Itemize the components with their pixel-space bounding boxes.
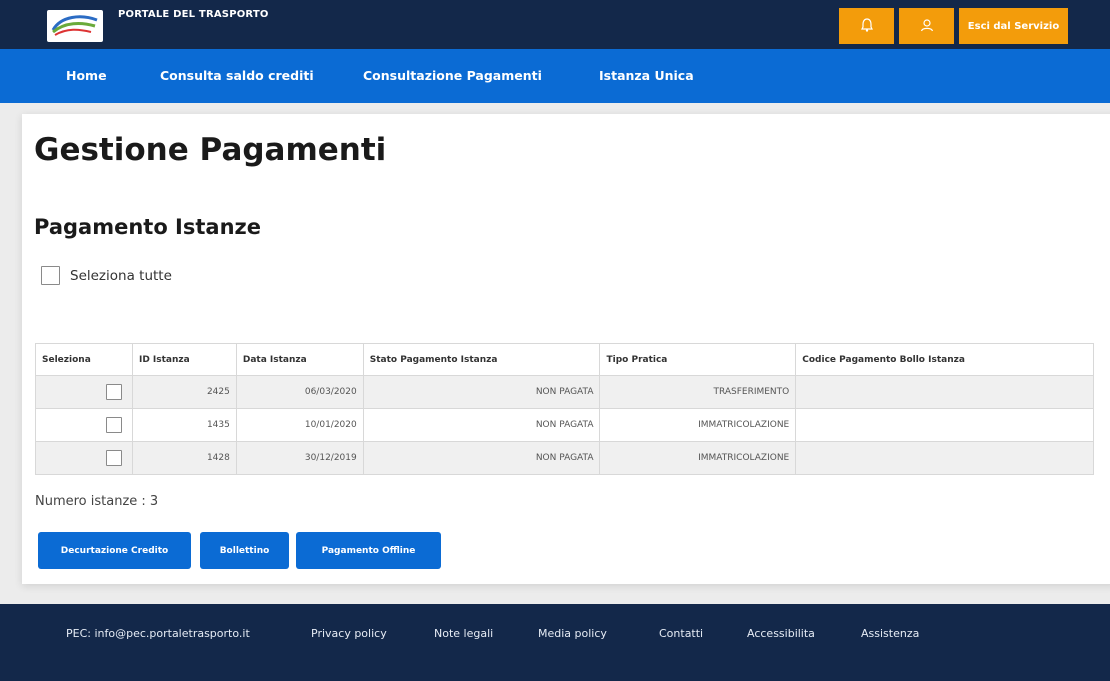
- id-cell: 1428: [131, 441, 237, 475]
- top-header: PORTALE DEL TRASPORTO Esci dal Servizio: [0, 0, 1110, 49]
- select-all-control[interactable]: Seleziona tutte: [41, 266, 172, 285]
- column-header: Tipo Pratica: [599, 343, 797, 376]
- status-cell: NON PAGATA: [362, 441, 601, 475]
- footer-pec-link[interactable]: PEC: info@pec.portaletrasporto.it: [66, 627, 250, 640]
- section-title: Pagamento Istanze: [34, 215, 261, 239]
- column-header: ID Istanza: [131, 343, 237, 376]
- page-title: Gestione Pagamenti: [34, 132, 387, 168]
- nav-item-istanza-unica[interactable]: Istanza Unica: [599, 68, 694, 83]
- instances-table: Seleziona ID Istanza Data Istanza Stato …: [35, 343, 1094, 475]
- table-row: 2425 06/03/2020 NON PAGATA TRASFERIMENTO: [35, 375, 1094, 409]
- row-select-cell: [35, 408, 133, 442]
- row-select-cell: [35, 375, 133, 409]
- column-header: Data Istanza: [235, 343, 364, 376]
- type-cell: IMMATRICOLAZIONE: [599, 408, 797, 442]
- footer-link-accessibilita[interactable]: Accessibilita: [747, 627, 815, 640]
- bell-icon: [860, 17, 873, 36]
- date-cell: 10/01/2020: [235, 408, 364, 442]
- column-header: Stato Pagamento Istanza: [362, 343, 601, 376]
- id-cell: 2425: [131, 375, 237, 409]
- footer-link-assistenza[interactable]: Assistenza: [861, 627, 919, 640]
- id-cell: 1435: [131, 408, 237, 442]
- portal-brand: PORTALE DEL TRASPORTO: [118, 9, 269, 20]
- select-all-checkbox[interactable]: [41, 266, 60, 285]
- instances-count: Numero istanze : 3: [35, 494, 159, 509]
- row-checkbox[interactable]: [105, 450, 122, 466]
- select-all-label: Seleziona tutte: [70, 267, 172, 284]
- footer-link-contatti[interactable]: Contatti: [659, 627, 703, 640]
- nav-item-consultazione-pagamenti[interactable]: Consultazione Pagamenti: [363, 68, 542, 83]
- status-cell: NON PAGATA: [362, 408, 601, 442]
- type-cell: IMMATRICOLAZIONE: [599, 441, 797, 475]
- bollettino-button[interactable]: Bollettino: [200, 532, 289, 569]
- code-cell: [795, 375, 1094, 409]
- portal-logo[interactable]: [47, 10, 103, 42]
- row-select-cell: [35, 441, 133, 475]
- footer-link-privacy[interactable]: Privacy policy: [311, 627, 387, 640]
- table-row: 1428 30/12/2019 NON PAGATA IMMATRICOLAZI…: [35, 441, 1094, 475]
- main-navigation: Home Consulta saldo crediti Consultazion…: [0, 49, 1110, 103]
- status-cell: NON PAGATA: [362, 375, 601, 409]
- footer-link-note-legali[interactable]: Note legali: [434, 627, 493, 640]
- column-header: Seleziona: [35, 343, 133, 376]
- notification-button[interactable]: [839, 8, 894, 44]
- row-checkbox[interactable]: [105, 384, 122, 400]
- pagamento-offline-button[interactable]: Pagamento Offline: [296, 532, 441, 569]
- decurtazione-credito-button[interactable]: Decurtazione Credito: [38, 532, 191, 569]
- code-cell: [795, 441, 1094, 475]
- nav-item-saldo-crediti[interactable]: Consulta saldo crediti: [160, 68, 314, 83]
- exit-service-button[interactable]: Esci dal Servizio: [959, 8, 1068, 44]
- footer-link-media-policy[interactable]: Media policy: [538, 627, 607, 640]
- row-checkbox[interactable]: [105, 417, 122, 433]
- user-button[interactable]: [899, 8, 954, 44]
- code-cell: [795, 408, 1094, 442]
- column-header: Codice Pagamento Bollo Istanza: [795, 343, 1094, 376]
- page-footer: [0, 604, 1110, 681]
- date-cell: 30/12/2019: [235, 441, 364, 475]
- table-header-row: Seleziona ID Istanza Data Istanza Stato …: [35, 343, 1094, 376]
- date-cell: 06/03/2020: [235, 375, 364, 409]
- type-cell: TRASFERIMENTO: [599, 375, 797, 409]
- table-row: 1435 10/01/2020 NON PAGATA IMMATRICOLAZI…: [35, 408, 1094, 442]
- nav-item-home[interactable]: Home: [66, 68, 107, 83]
- user-icon: [920, 17, 934, 36]
